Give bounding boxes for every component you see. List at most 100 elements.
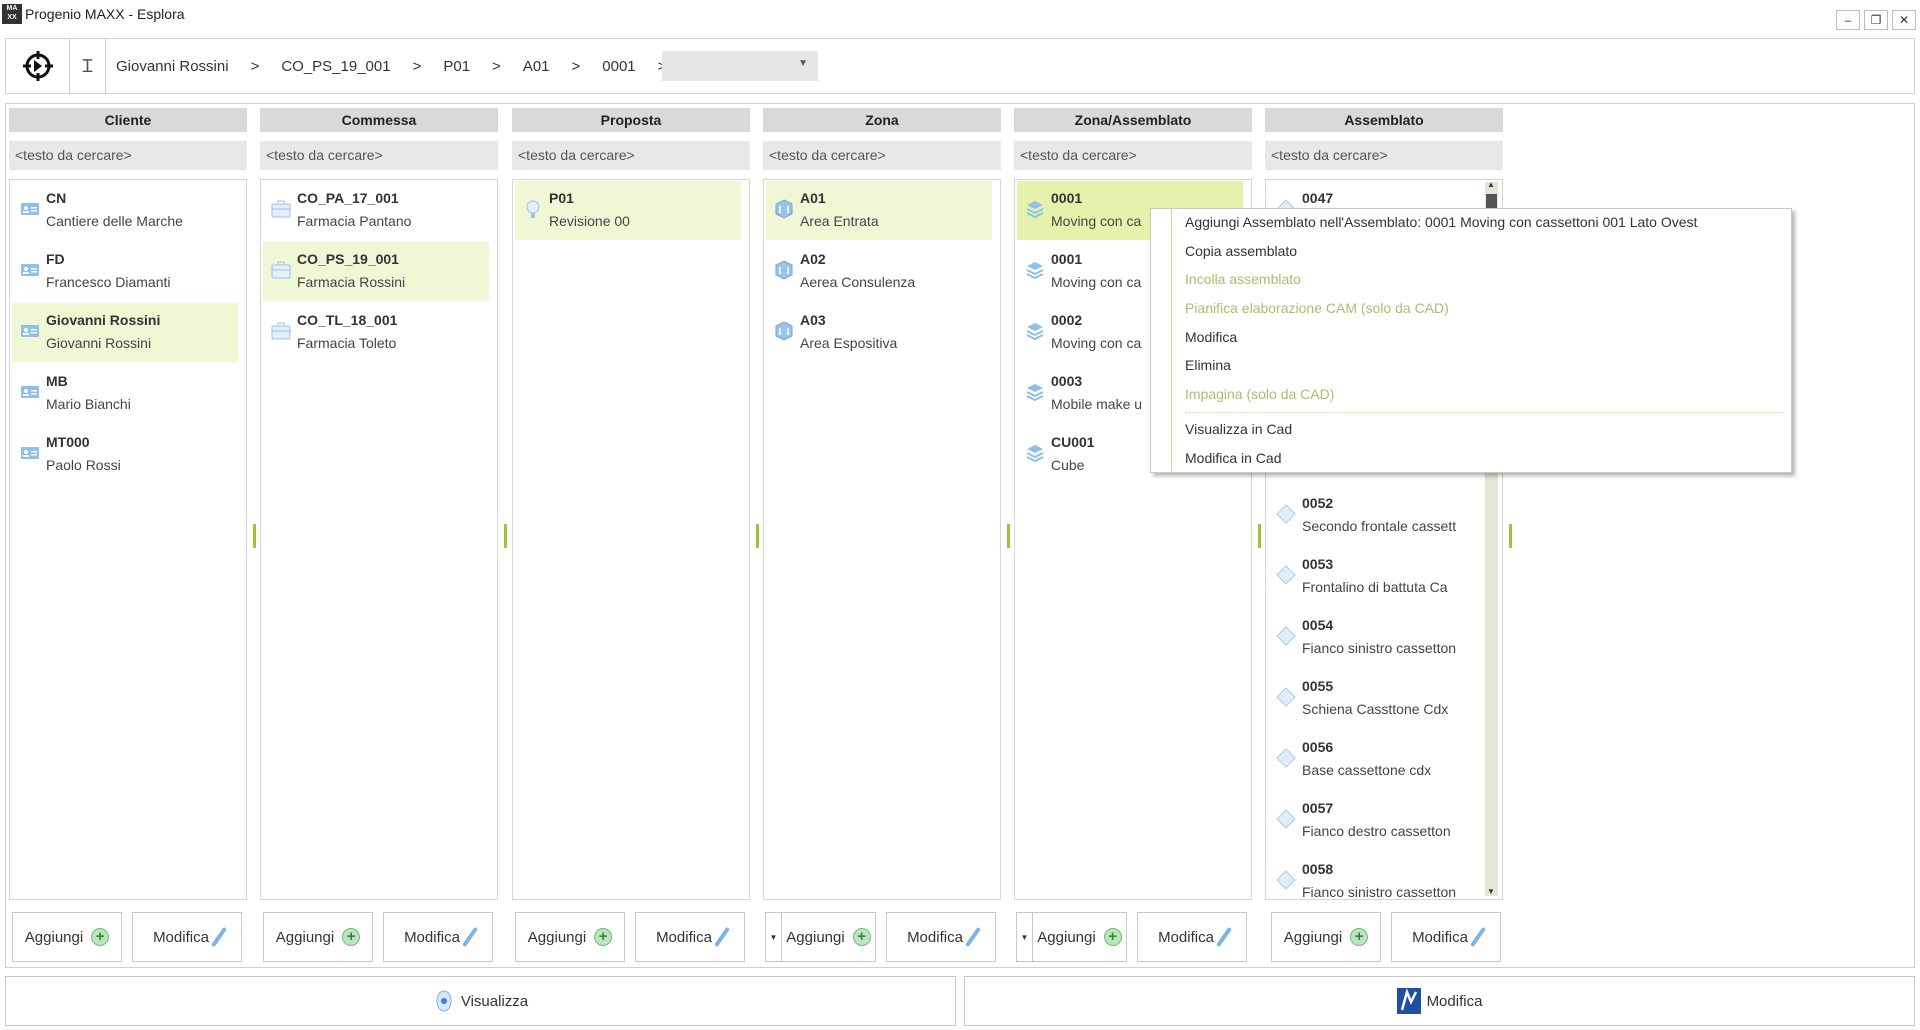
list-item[interactable]: 0057 Fianco destro cassetton bbox=[1268, 791, 1478, 850]
splitter-handle[interactable] bbox=[1258, 524, 1261, 548]
item-list[interactable]: A01 Area Entrata A02 Aerea Consulenza A03 Are… bbox=[763, 179, 1001, 900]
close-button[interactable]: ✕ bbox=[1892, 10, 1916, 30]
list-item[interactable]: CO_PA_17_001 Farmacia Pantano bbox=[263, 181, 489, 240]
edit-label: Modifica bbox=[153, 928, 209, 946]
list-item[interactable]: MB Mario Bianchi bbox=[12, 364, 238, 423]
menu-item[interactable]: Incolla assemblato bbox=[1185, 271, 1301, 287]
breadcrumb-item[interactable]: Giovanni Rossini bbox=[116, 58, 229, 75]
edit-button[interactable]: Modifica bbox=[886, 912, 996, 962]
view-button[interactable]: Visualizza bbox=[5, 976, 956, 1026]
text-cursor-button[interactable]: Ɪ bbox=[70, 39, 106, 93]
list-item[interactable]: 0053 Frontalino di battuta Ca bbox=[1268, 547, 1478, 606]
column-header: Commessa bbox=[260, 108, 498, 132]
breadcrumb-item[interactable]: A01 bbox=[523, 58, 550, 75]
refresh-button[interactable] bbox=[6, 39, 70, 93]
add-label: Aggiungi bbox=[527, 928, 587, 946]
menu-item[interactable]: Visualizza in Cad bbox=[1185, 421, 1292, 437]
list-item[interactable]: CN Cantiere delle Marche bbox=[12, 181, 238, 240]
item-code: MT000 bbox=[46, 434, 90, 450]
list-item[interactable]: A02 Aerea Consulenza bbox=[766, 242, 992, 301]
item-description: Mario Bianchi bbox=[46, 396, 131, 412]
add-button[interactable]: Aggiungi + bbox=[781, 912, 876, 962]
list-item[interactable]: CO_PS_19_001 Farmacia Rossini bbox=[263, 242, 489, 301]
edit-label: Modifica bbox=[907, 928, 963, 946]
column-header: Cliente bbox=[9, 108, 247, 132]
minimize-button[interactable]: – bbox=[1836, 10, 1860, 30]
splitter-handle[interactable] bbox=[253, 524, 256, 548]
item-list[interactable]: CN Cantiere delle Marche FD Francesco Diama… bbox=[9, 179, 247, 900]
breadcrumb-dropdown[interactable]: ▼ bbox=[662, 51, 818, 81]
splitter-handle[interactable] bbox=[504, 524, 507, 548]
add-button[interactable]: Aggiungi + bbox=[263, 912, 373, 962]
breadcrumb-item[interactable]: 0001 bbox=[602, 58, 635, 75]
list-item[interactable]: P01 Revisione 00 bbox=[515, 181, 741, 240]
item-code: A02 bbox=[800, 251, 826, 267]
menu-item[interactable]: Modifica bbox=[1185, 329, 1237, 345]
context-menu: Aggiungi Assemblato nell'Assemblato: 000… bbox=[1150, 208, 1792, 473]
item-description: Farmacia Rossini bbox=[297, 274, 406, 290]
add-button[interactable]: Aggiungi + bbox=[12, 912, 122, 962]
menu-item[interactable]: Impagina (solo da CAD) bbox=[1185, 386, 1334, 402]
list-item[interactable]: CO_TL_18_001 Farmacia Toleto bbox=[263, 303, 489, 362]
restore-button[interactable]: ❐ bbox=[1864, 10, 1888, 30]
item-description: Fianco destro cassetton bbox=[1302, 823, 1451, 839]
breadcrumb-item[interactable]: CO_PS_19_001 bbox=[281, 58, 390, 75]
edit-label: Modifica bbox=[1158, 928, 1214, 946]
add-button[interactable]: Aggiungi + bbox=[1032, 912, 1127, 962]
search-input[interactable]: <testo da cercare> bbox=[512, 141, 750, 170]
add-options-dropdown[interactable]: ▼ bbox=[765, 912, 781, 962]
item-description: Secondo frontale cassett bbox=[1302, 518, 1457, 534]
list-item[interactable]: 0052 Secondo frontale cassett bbox=[1268, 486, 1478, 545]
list-item[interactable]: Giovanni Rossini Giovanni Rossini bbox=[12, 303, 238, 362]
column-header: Zona bbox=[763, 108, 1001, 132]
item-description: Aerea Consulenza bbox=[800, 274, 916, 290]
toolbar: Ɪ Giovanni Rossini > CO_PS_19_001 > P01 > A01 >… bbox=[5, 38, 1915, 94]
item-code: 0057 bbox=[1302, 800, 1334, 816]
add-label: Aggiungi bbox=[1283, 928, 1343, 946]
item-code: CN bbox=[46, 190, 67, 206]
edit-button[interactable]: Modifica bbox=[1391, 912, 1501, 962]
edit-main-button[interactable]: Modifica bbox=[964, 976, 1915, 1026]
list-item[interactable]: FD Francesco Diamanti bbox=[12, 242, 238, 301]
add-button[interactable]: Aggiungi + bbox=[1271, 912, 1381, 962]
item-list[interactable]: CO_PA_17_001 Farmacia Pantano CO_PS_19_001… bbox=[260, 179, 498, 900]
list-item[interactable]: A01 Area Entrata bbox=[766, 181, 992, 240]
list-item[interactable]: 0054 Fianco sinistro cassetton bbox=[1268, 608, 1478, 667]
splitter-handle[interactable] bbox=[1509, 524, 1512, 548]
list-item[interactable]: A03 Area Espositiva bbox=[766, 303, 992, 362]
search-input[interactable]: <testo da cercare> bbox=[260, 141, 498, 170]
list-item[interactable]: 0058 Fianco sinistro cassetton bbox=[1268, 852, 1478, 899]
edit-button[interactable]: Modifica bbox=[132, 912, 242, 962]
search-input[interactable]: <testo da cercare> bbox=[9, 141, 247, 170]
splitter-handle[interactable] bbox=[1007, 524, 1010, 548]
scrollbar-thumb[interactable] bbox=[1486, 194, 1497, 208]
add-button[interactable]: Aggiungi + bbox=[515, 912, 625, 962]
menu-item[interactable]: Aggiungi Assemblato nell'Assemblato: 000… bbox=[1185, 214, 1697, 230]
list-item[interactable]: 0055 Schiena Cassttone Cdx bbox=[1268, 669, 1478, 728]
refresh-icon bbox=[22, 51, 53, 81]
pencil-icon bbox=[713, 926, 730, 948]
item-code: CO_PS_19_001 bbox=[297, 251, 399, 267]
menu-item[interactable]: Elimina bbox=[1185, 357, 1231, 373]
breadcrumb-item[interactable]: P01 bbox=[443, 58, 470, 75]
add-options-dropdown[interactable]: ▼ bbox=[1016, 912, 1032, 962]
scroll-up-icon[interactable]: ▲ bbox=[1487, 180, 1495, 189]
menu-item[interactable]: Modifica in Cad bbox=[1185, 450, 1282, 466]
list-item[interactable]: 0056 Base cassettone cdx bbox=[1268, 730, 1478, 789]
menu-item[interactable]: Pianifica elaborazione CAM (solo da CAD) bbox=[1185, 300, 1449, 316]
splitter-handle[interactable] bbox=[756, 524, 759, 548]
breadcrumb-separator: > bbox=[412, 57, 422, 75]
search-input[interactable]: <testo da cercare> bbox=[1014, 141, 1252, 170]
item-code: Giovanni Rossini bbox=[46, 312, 161, 328]
menu-item[interactable]: Copia assemblato bbox=[1185, 243, 1297, 259]
search-input[interactable]: <testo da cercare> bbox=[763, 141, 1001, 170]
item-list[interactable]: P01 Revisione 00 bbox=[512, 179, 750, 900]
edit-button[interactable]: Modifica bbox=[635, 912, 745, 962]
item-description: Fianco sinistro cassetton bbox=[1302, 640, 1457, 656]
edit-button[interactable]: Modifica bbox=[1137, 912, 1247, 962]
item-code: A01 bbox=[800, 190, 826, 206]
search-input[interactable]: <testo da cercare> bbox=[1265, 141, 1503, 170]
scroll-down-icon[interactable]: ▼ bbox=[1487, 887, 1495, 896]
list-item[interactable]: MT000 Paolo Rossi bbox=[12, 425, 238, 484]
edit-button[interactable]: Modifica bbox=[383, 912, 493, 962]
